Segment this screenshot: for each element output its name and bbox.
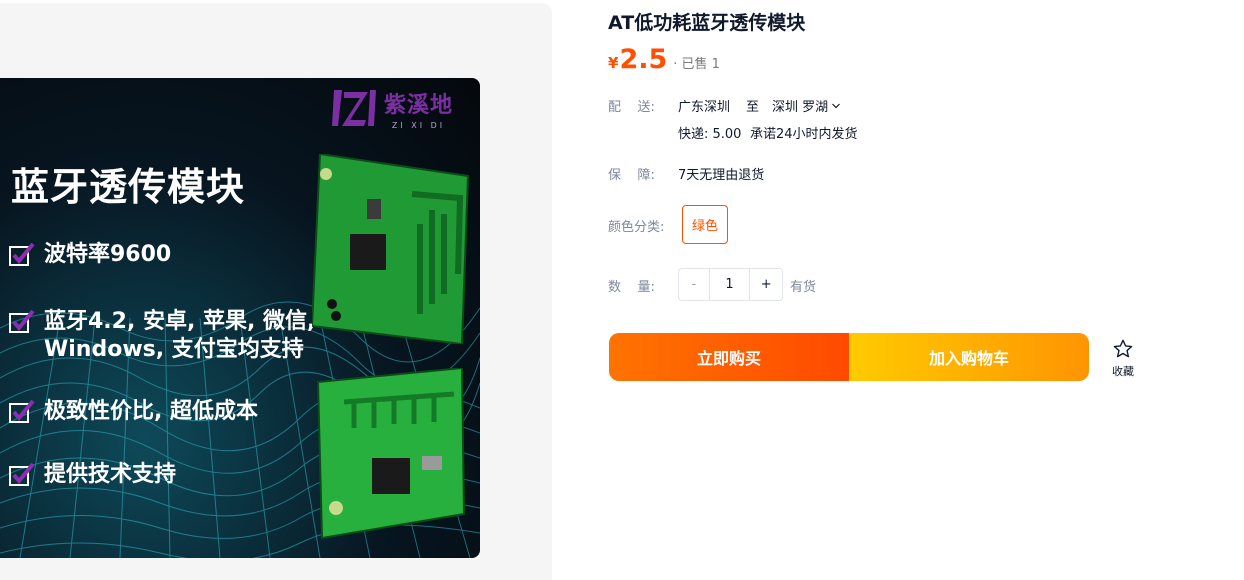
shipping-fee: 快递: 5.00 [678, 127, 742, 142]
quantity-stepper: - 1 + [678, 268, 783, 301]
image-gallery: 紫溪地 ZI XI DI 蓝牙透传模块 波特率9600 蓝牙4.2, 安卓, 苹… [0, 3, 552, 580]
product-title: AT低功耗蓝牙透传模块 [608, 12, 806, 34]
ship-destination: 深圳 罗湖 [772, 100, 829, 115]
add-to-cart-button[interactable]: 加入购物车 [849, 333, 1089, 381]
feature-item: 蓝牙4.2, 安卓, 苹果, 微信, Windows, 支付宝均支持 [8, 308, 315, 364]
feature-text: 波特率9600 [44, 242, 172, 267]
currency-symbol: ¥ [608, 54, 619, 72]
checkbox-check-icon [9, 309, 35, 333]
checkbox-check-icon [9, 242, 35, 266]
feature-text-line2: Windows, 支付宝均支持 [44, 337, 304, 362]
quantity-label: 数 量: [608, 280, 655, 295]
hero-title: 蓝牙透传模块 [11, 165, 246, 209]
feature-text: 极致性价比, 超低成本 [44, 399, 259, 424]
feature-item: 提供技术支持 [8, 461, 176, 489]
feature-text: 蓝牙4.2, 安卓, 苹果, 微信, [44, 309, 316, 334]
feature-text: 提供技术支持 [44, 462, 177, 487]
brand-logo: 紫溪地 ZI XI DI [330, 84, 453, 132]
star-outline-icon [1113, 339, 1133, 358]
guarantee-value: 7天无理由退货 [678, 168, 765, 183]
ship-from: 广东深圳 [678, 100, 731, 115]
favorite-button[interactable]: 收藏 [1104, 338, 1142, 379]
guarantee-label: 保 障: [608, 168, 655, 183]
quantity-increase-button[interactable]: + [749, 269, 782, 300]
quantity-decrease-button[interactable]: - [679, 269, 710, 300]
chevron-down-icon [832, 103, 841, 108]
brand-logo-mark-icon [332, 90, 376, 126]
bluetooth-module-board-image [312, 154, 470, 344]
checkbox-check-icon [9, 462, 35, 486]
ship-destination-select[interactable]: 深圳 罗湖 [772, 96, 841, 115]
bluetooth-module-board-image [316, 368, 466, 540]
favorite-label: 收藏 [1112, 365, 1134, 378]
quantity-input[interactable]: 1 [710, 269, 750, 300]
color-label: 颜色分类: [608, 220, 665, 235]
feature-item: 极致性价比, 超低成本 [8, 398, 258, 426]
buy-now-button[interactable]: 立即购买 [609, 333, 849, 381]
sold-count: · 已售 1 [673, 57, 720, 72]
feature-item: 波特率9600 [8, 241, 171, 269]
ship-to-word: 至 [746, 100, 760, 115]
shipping-promise: 承诺24小时内发货 [750, 127, 858, 142]
checkbox-check-icon [9, 399, 35, 423]
brand-name: 紫溪地 [384, 92, 454, 118]
stock-status: 有货 [790, 280, 817, 295]
price-value: 2.5 [619, 44, 668, 75]
purchase-actions: 立即购买 加入购物车 [609, 333, 1089, 381]
brand-subname: ZI XI DI [391, 120, 446, 130]
color-option-green[interactable]: 绿色 [682, 205, 728, 244]
shipping-label: 配 送: [608, 100, 655, 115]
product-main-image[interactable]: 紫溪地 ZI XI DI 蓝牙透传模块 波特率9600 蓝牙4.2, 安卓, 苹… [0, 78, 480, 558]
price-row: ¥ 2.5 · 已售 1 [608, 44, 720, 75]
